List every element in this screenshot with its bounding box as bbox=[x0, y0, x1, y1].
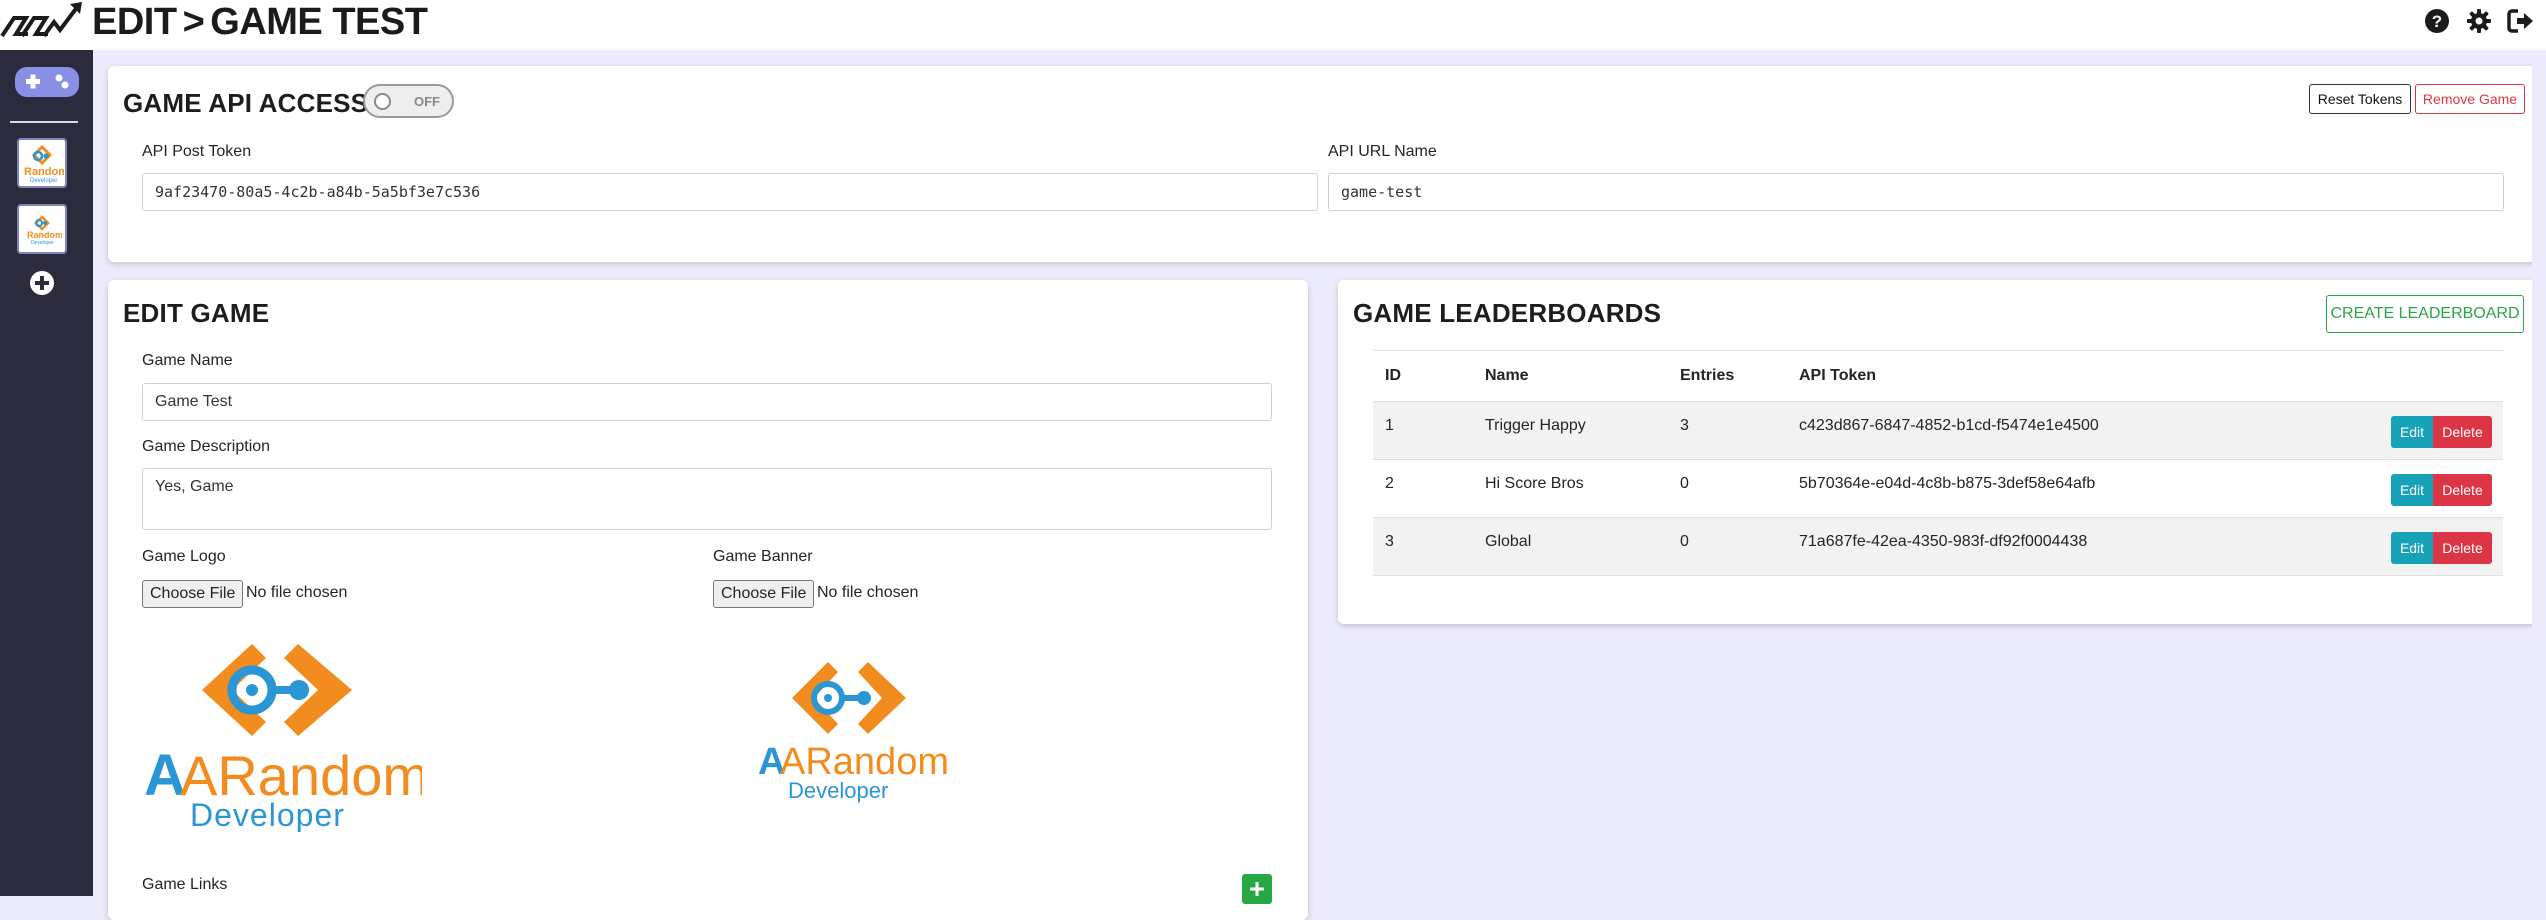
column-header-name: Name bbox=[1485, 367, 1529, 384]
plus-circle-icon[interactable] bbox=[28, 269, 56, 297]
sidebar: Random Developer Random Developer bbox=[0, 50, 93, 896]
api-url-name-field[interactable]: game-test bbox=[1328, 173, 2504, 211]
leaderboards-title: GAME LEADERBOARDS bbox=[1353, 298, 1662, 328]
edit-leaderboard-button[interactable]: Edit bbox=[2391, 474, 2433, 506]
table-header: ID Name Entries API Token bbox=[1373, 350, 2503, 402]
game-logo-file-status: No file chosen bbox=[246, 584, 348, 601]
game-name-label: Game Name bbox=[142, 352, 233, 369]
toggle-label: OFF bbox=[414, 94, 440, 109]
edit-game-card: EDIT GAME Game Name Game Test Game Descr… bbox=[108, 280, 1308, 920]
page-scrollbar[interactable] bbox=[2532, 50, 2546, 896]
toggle-knob bbox=[374, 93, 391, 110]
game-description-textarea[interactable]: Yes, Game bbox=[142, 468, 1272, 530]
create-leaderboard-button[interactable]: CREATE LEADERBOARD bbox=[2326, 295, 2524, 333]
top-bar: EDIT > GAME TEST ? bbox=[0, 0, 2546, 50]
column-header-entries: Entries bbox=[1680, 367, 1735, 384]
row-id: 3 bbox=[1385, 533, 1394, 550]
game-banner-file-status: No file chosen bbox=[817, 584, 919, 601]
breadcrumb-separator: > bbox=[182, 1, 205, 43]
edit-leaderboard-button[interactable]: Edit bbox=[2391, 416, 2433, 448]
table-row: 3 Global 0 71a687fe-42ea-4350-983f-df92f… bbox=[1373, 518, 2503, 576]
header-actions: ? bbox=[2422, 6, 2536, 36]
row-name: Hi Score Bros bbox=[1485, 475, 1584, 492]
sidebar-game-item[interactable]: Random Developer bbox=[17, 138, 67, 188]
reset-tokens-button[interactable]: Reset Tokens bbox=[2309, 84, 2411, 114]
game-logo-choose-file-button[interactable]: Choose File bbox=[142, 580, 244, 608]
game-logo-label: Game Logo bbox=[142, 548, 226, 565]
game-logo-icon: Random Developer bbox=[27, 215, 62, 246]
game-banner-label: Game Banner bbox=[713, 548, 813, 565]
help-icon[interactable]: ? bbox=[2422, 6, 2452, 36]
brand-logo[interactable] bbox=[0, 0, 86, 42]
row-api-token: c423d867-6847-4852-b1cd-f5474e1e4500 bbox=[1799, 417, 2099, 434]
logo-text-secondary: Developer bbox=[190, 797, 345, 832]
breadcrumb-current-page: GAME TEST bbox=[210, 1, 428, 43]
game-description-label: Game Description bbox=[142, 438, 271, 455]
game-logo-icon: Random Developer bbox=[24, 144, 64, 184]
row-api-token: 5b70364e-e04d-4c8b-b875-3def58e64afb bbox=[1799, 475, 2096, 492]
remove-game-button[interactable]: Remove Game bbox=[2415, 84, 2525, 114]
page-title: EDIT > GAME TEST bbox=[92, 0, 428, 44]
row-entries: 0 bbox=[1680, 475, 1689, 492]
gear-icon[interactable] bbox=[2464, 6, 2494, 36]
row-id: 2 bbox=[1385, 475, 1394, 492]
sign-out-icon[interactable] bbox=[2506, 6, 2536, 36]
sidebar-divider bbox=[10, 121, 78, 123]
row-name: Global bbox=[1485, 533, 1532, 550]
row-id: 1 bbox=[1385, 417, 1394, 434]
delete-leaderboard-button[interactable]: Delete bbox=[2433, 474, 2492, 506]
api-post-token-field[interactable]: 9af23470-80a5-4c2b-a84b-5a5bf3e7c536 bbox=[142, 173, 1318, 211]
add-link-button[interactable] bbox=[1242, 874, 1272, 904]
svg-text:?: ? bbox=[2432, 12, 2442, 31]
api-url-name-label: API URL Name bbox=[1328, 143, 1437, 160]
api-access-toggle[interactable]: OFF bbox=[363, 84, 454, 118]
game-banner-preview: A ARandom Developer bbox=[758, 662, 949, 803]
game-logo-preview: A ARandom Developer bbox=[144, 644, 422, 832]
edit-leaderboard-button[interactable]: Edit bbox=[2391, 532, 2433, 564]
svg-text:Developer: Developer bbox=[30, 178, 57, 184]
gamepad-plus-icon[interactable] bbox=[15, 65, 79, 99]
banner-text-primary: ARandom bbox=[780, 741, 949, 783]
table-row: 2 Hi Score Bros 0 5b70364e-e04d-4c8b-b87… bbox=[1373, 460, 2503, 518]
row-api-token: 71a687fe-42ea-4350-983f-df92f0004438 bbox=[1799, 533, 2088, 550]
game-name-field[interactable]: Game Test bbox=[142, 383, 1272, 421]
api-post-token-label: API Post Token bbox=[142, 143, 252, 160]
sidebar-game-item[interactable]: Random Developer bbox=[17, 204, 67, 254]
column-header-api-token: API Token bbox=[1799, 367, 1877, 384]
game-banner-choose-file-button[interactable]: Choose File bbox=[713, 580, 815, 608]
column-header-id: ID bbox=[1385, 367, 1401, 384]
banner-text-secondary: Developer bbox=[788, 778, 888, 803]
edit-game-title: EDIT GAME bbox=[123, 298, 270, 328]
game-links-label: Game Links bbox=[142, 876, 228, 893]
row-entries: 3 bbox=[1680, 417, 1689, 434]
api-access-title: GAME API ACCESS bbox=[123, 88, 369, 118]
delete-leaderboard-button[interactable]: Delete bbox=[2433, 532, 2492, 564]
svg-text:Random: Random bbox=[27, 230, 62, 240]
delete-leaderboard-button[interactable]: Delete bbox=[2433, 416, 2492, 448]
row-entries: 0 bbox=[1680, 533, 1689, 550]
svg-text:Developer: Developer bbox=[31, 240, 54, 246]
plus-icon bbox=[1250, 882, 1264, 896]
row-name: Trigger Happy bbox=[1485, 417, 1586, 434]
api-access-card: GAME API ACCESS OFF Reset Tokens Remove … bbox=[108, 66, 2538, 262]
svg-text:Random: Random bbox=[24, 166, 64, 178]
breadcrumb-section[interactable]: EDIT bbox=[92, 1, 177, 43]
table-row: 1 Trigger Happy 3 c423d867-6847-4852-b1c… bbox=[1373, 402, 2503, 460]
